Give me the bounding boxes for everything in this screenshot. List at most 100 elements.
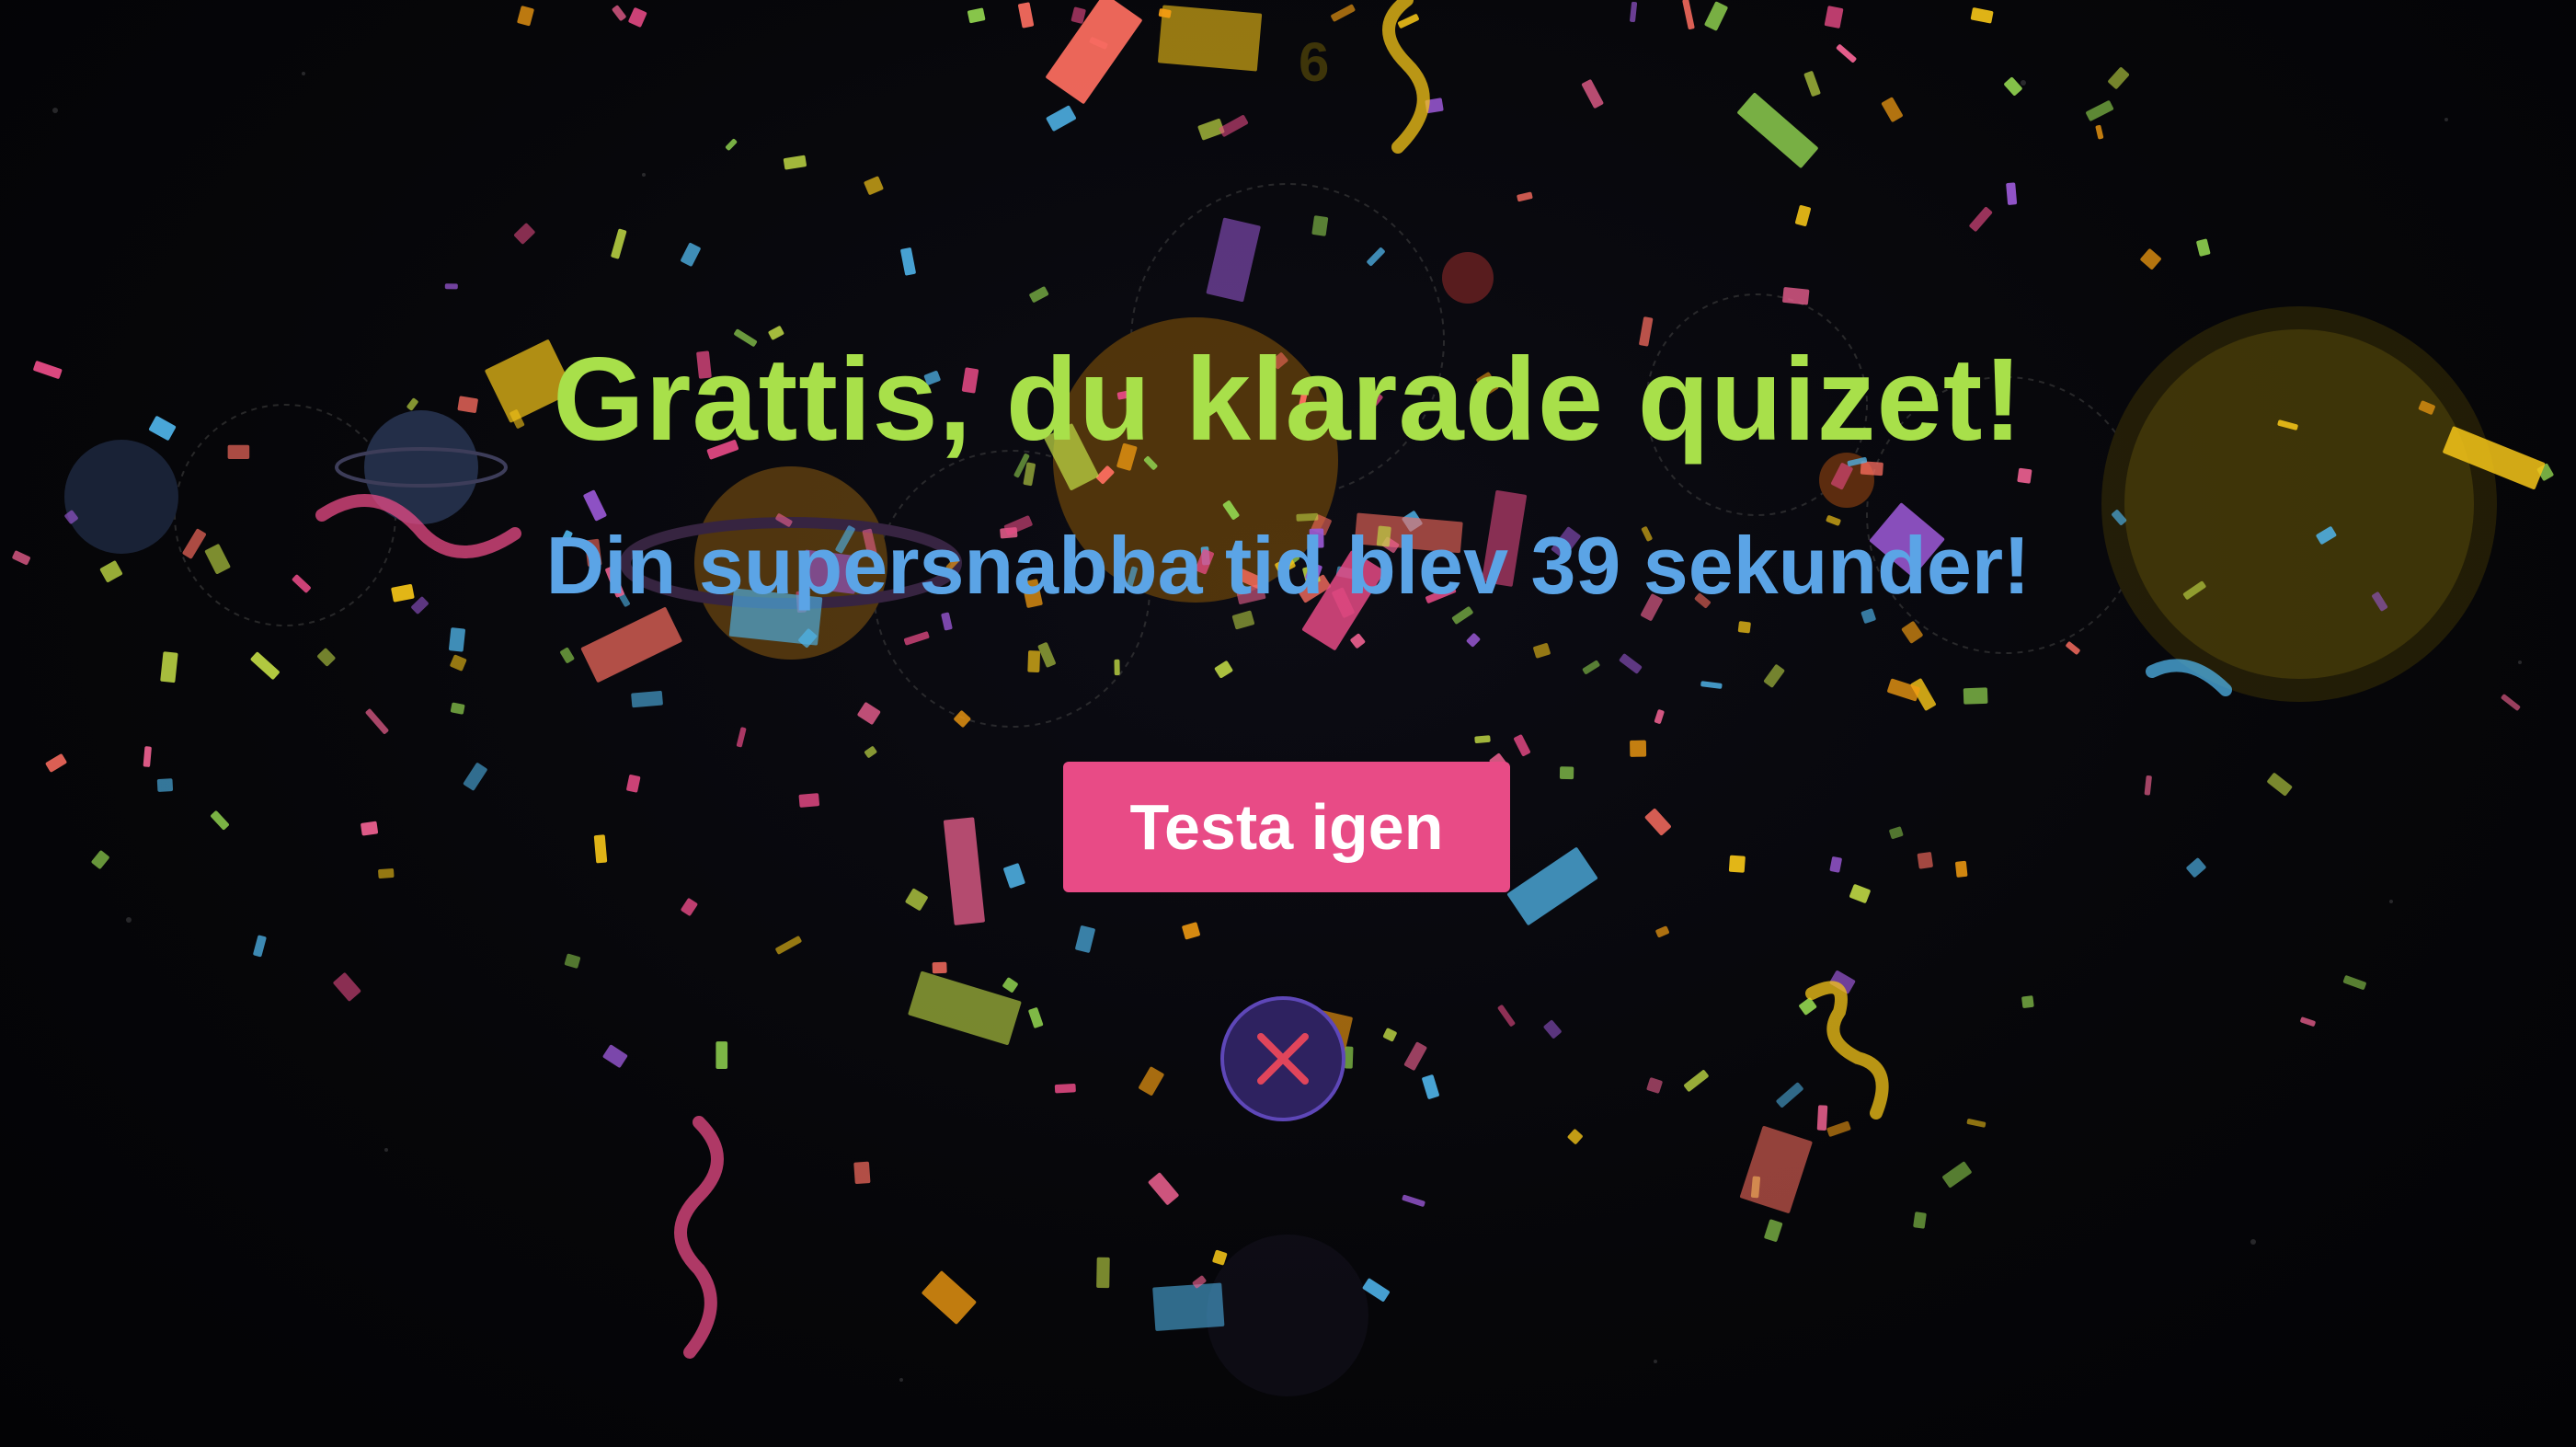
confetti-piece	[463, 763, 487, 791]
confetti-piece	[593, 834, 608, 864]
confetti-piece	[602, 1044, 628, 1068]
confetti-piece	[253, 935, 267, 958]
confetti-piece	[1559, 766, 1574, 780]
confetti-piece	[2006, 182, 2018, 205]
confetti-piece	[365, 708, 389, 734]
confetti-piece	[444, 283, 458, 290]
confetti-piece	[2140, 248, 2161, 270]
confetti-ribbon	[2146, 659, 2232, 696]
confetti-piece	[1543, 1020, 1562, 1039]
confetti-piece	[1331, 4, 1356, 22]
confetti-piece	[783, 155, 807, 170]
confetti-piece	[1581, 79, 1604, 109]
confetti-piece	[1382, 1028, 1397, 1042]
confetti-piece	[45, 753, 67, 773]
confetti-piece	[1913, 1212, 1927, 1229]
confetti-piece	[1881, 97, 1903, 122]
confetti-piece	[900, 247, 916, 276]
confetti-piece	[864, 746, 877, 758]
confetti-piece	[1402, 1194, 1425, 1207]
confetti-piece	[514, 223, 535, 245]
time-result-message: Din supersnabba tid blev 39 sekunder!	[545, 520, 2031, 611]
confetti-piece	[1630, 740, 1647, 757]
confetti-piece	[954, 710, 971, 728]
confetti-piece	[857, 702, 881, 725]
confetti-piece	[1849, 884, 1871, 903]
confetti-piece	[1507, 847, 1597, 925]
close-icon	[1257, 1033, 1309, 1085]
confetti-piece	[1826, 1120, 1851, 1137]
confetti-piece	[1029, 286, 1049, 303]
confetti-piece	[1344, 1046, 1354, 1069]
confetti-piece	[2144, 775, 2152, 796]
confetti-piece	[681, 243, 701, 267]
retry-button[interactable]: Testa igen	[1063, 762, 1510, 892]
confetti-piece	[631, 690, 663, 708]
confetti-piece	[91, 850, 109, 869]
confetti-piece	[1836, 44, 1857, 63]
confetti-piece	[1582, 660, 1600, 674]
confetti-piece	[1682, 0, 1695, 29]
confetti-piece	[317, 648, 336, 667]
confetti-piece	[1219, 115, 1249, 137]
confetti-ribbon	[674, 1116, 724, 1359]
confetti-piece	[1182, 922, 1200, 940]
confetti-piece	[1422, 1074, 1439, 1099]
confetti-piece	[1829, 856, 1842, 873]
confetti-piece	[1782, 287, 1810, 305]
confetti-piece	[1517, 191, 1533, 202]
confetti-piece	[1070, 6, 1086, 24]
confetti-piece	[1367, 247, 1385, 267]
confetti-piece	[725, 138, 738, 151]
confetti-piece	[1567, 1129, 1583, 1144]
confetti-piece	[1824, 6, 1844, 29]
confetti-piece	[1776, 1082, 1803, 1108]
confetti-piece	[1619, 653, 1643, 674]
confetti-piece	[932, 961, 947, 974]
confetti-piece	[2066, 641, 2080, 655]
confetti-piece	[449, 627, 465, 652]
confetti-piece	[864, 176, 884, 195]
confetti-piece	[1158, 5, 1263, 72]
confetti-piece	[905, 888, 928, 911]
confetti-piece	[1901, 621, 1923, 644]
confetti-ribbon	[1805, 981, 1889, 1120]
confetti-piece	[716, 1041, 728, 1069]
confetti-piece	[1644, 808, 1671, 836]
confetti-piece	[2095, 124, 2104, 140]
confetti-piece	[1075, 925, 1095, 953]
confetti-piece	[560, 647, 575, 663]
confetti-piece	[1969, 206, 1993, 232]
confetti-piece	[1002, 977, 1018, 993]
confetti-piece	[2086, 100, 2114, 121]
confetti-piece	[1963, 687, 1988, 705]
confetti-piece	[1684, 1070, 1709, 1092]
confetti-piece	[361, 821, 379, 836]
confetti-piece	[681, 898, 698, 916]
confetti-piece	[1362, 1278, 1390, 1302]
confetti-piece	[211, 810, 229, 830]
confetti-piece	[1942, 1161, 1972, 1188]
confetti-piece	[580, 607, 682, 683]
confetti-piece	[1970, 7, 1994, 24]
confetti-piece	[903, 631, 930, 646]
confetti-piece	[1018, 2, 1035, 29]
close-button[interactable]	[1220, 996, 1345, 1121]
confetti-piece	[1737, 621, 1751, 634]
confetti-piece	[378, 868, 395, 879]
confetti-piece	[1763, 664, 1785, 688]
confetti-piece	[333, 972, 361, 1002]
confetti-piece	[1148, 1172, 1179, 1205]
confetti-piece	[1054, 1084, 1076, 1094]
confetti-piece	[922, 1270, 977, 1325]
confetti-piece	[2017, 467, 2032, 484]
confetti-piece	[1474, 735, 1491, 743]
confetti-piece	[2186, 857, 2206, 878]
confetti-piece	[517, 6, 534, 27]
confetti-piece	[1799, 997, 1817, 1016]
confetti-piece	[611, 228, 627, 259]
confetti-piece	[143, 746, 152, 767]
confetti-piece	[967, 7, 986, 24]
confetti-piece	[450, 702, 465, 715]
confetti-piece	[1096, 1257, 1110, 1289]
